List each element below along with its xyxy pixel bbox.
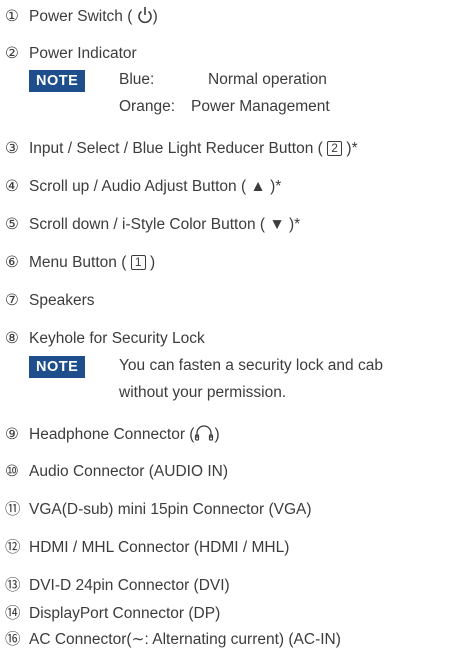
item-text: Scroll up / Audio Adjust Button ( ▲ )* xyxy=(29,178,282,195)
item-text: Power Indicator xyxy=(29,45,137,62)
list-item-audio-connector: ⑩ Audio Connector (AUDIO IN) xyxy=(5,462,228,482)
list-item-scroll-up: ④ Scroll up / Audio Adjust Button ( ▲ )* xyxy=(5,177,281,197)
list-item-power-indicator: ② Power Indicator xyxy=(5,44,137,64)
item-suffix: ) xyxy=(152,8,158,25)
button-1-icon: 1 xyxy=(130,255,146,270)
item-text: Keyhole for Security Lock xyxy=(29,330,205,347)
item-suffix: )* xyxy=(342,140,358,157)
list-item-menu-button: ⑥ Menu Button ( 1 ) xyxy=(5,253,155,273)
note-text-line2: without your permission. xyxy=(119,384,287,401)
note-label-orange: Orange: xyxy=(119,98,176,115)
list-item-scroll-down: ⑤ Scroll down / i-Style Color Button ( ▼ … xyxy=(5,215,300,235)
item-text: Scroll down / i-Style Color Button ( ▼ )… xyxy=(29,216,301,233)
list-item-keyhole: ⑧ Keyhole for Security Lock xyxy=(5,329,205,349)
item-text: DisplayPort Connector (DP) xyxy=(29,605,221,622)
list-item-vga-connector: ⑪ VGA(D-sub) mini 15pin Connector (VGA) xyxy=(5,500,312,520)
list-item-headphone-connector: ⑨ Headphone Connector () xyxy=(5,424,220,448)
item-number: ⑨ xyxy=(5,426,19,443)
item-number: ③ xyxy=(5,140,19,157)
item-text: Headphone Connector ( xyxy=(29,426,195,443)
item-number: ① xyxy=(5,8,19,25)
note-label-blue: Blue: xyxy=(119,71,155,88)
item-number: ⑦ xyxy=(5,292,19,309)
list-item-power-switch: ① Power Switch ( ) xyxy=(5,6,158,30)
item-number: ⑩ xyxy=(5,463,19,480)
note-badge: NOTE xyxy=(29,356,86,378)
item-number: ⑬ xyxy=(5,577,21,594)
item-number: ⑪ xyxy=(5,501,21,518)
list-item-dvi-connector: ⑬ DVI-D 24pin Connector (DVI) xyxy=(5,576,230,596)
item-suffix: ) xyxy=(214,426,220,443)
item-text: AC Connector(∼: Alternating current) (AC… xyxy=(29,631,341,648)
note-badge: NOTE xyxy=(29,70,86,92)
headphone-icon xyxy=(194,424,214,448)
item-text: Power Switch ( xyxy=(29,8,137,25)
note-value-orange: Power Management xyxy=(191,98,330,115)
list-item-speakers: ⑦ Speakers xyxy=(5,291,94,311)
item-number: ④ xyxy=(5,178,19,195)
list-item-ac-connector: ⑯ AC Connector(∼: Alternating current) (A… xyxy=(5,630,341,650)
item-number: ⑤ xyxy=(5,216,19,233)
button-2-icon: 2 xyxy=(327,141,343,156)
list-item-displayport-connector: ⑭ DisplayPort Connector (DP) xyxy=(5,604,220,624)
item-text: HDMI / MHL Connector (HDMI / MHL) xyxy=(29,539,290,556)
item-number: ⑥ xyxy=(5,254,19,271)
item-number: ② xyxy=(5,45,19,62)
power-icon xyxy=(137,6,153,30)
item-text: Input / Select / Blue Light Reducer Butt… xyxy=(29,140,328,157)
item-text: DVI-D 24pin Connector (DVI) xyxy=(29,577,230,594)
item-number: ⑧ xyxy=(5,330,19,347)
item-suffix: ) xyxy=(145,254,156,271)
item-text: VGA(D-sub) mini 15pin Connector (VGA) xyxy=(29,501,312,518)
list-item-hdmi-connector: ⑫ HDMI / MHL Connector (HDMI / MHL) xyxy=(5,538,289,558)
item-number: ⑫ xyxy=(5,539,21,556)
item-text: Audio Connector (AUDIO IN) xyxy=(29,463,228,480)
note-text-line1: You can fasten a security lock and cab xyxy=(119,357,383,374)
item-text: Menu Button ( xyxy=(29,254,131,271)
note-value-blue: Normal operation xyxy=(208,71,327,88)
item-number: ⑯ xyxy=(5,631,21,648)
item-text: Speakers xyxy=(29,292,95,309)
item-number: ⑭ xyxy=(5,605,21,622)
list-item-input-select: ③ Input / Select / Blue Light Reducer But… xyxy=(5,139,358,159)
